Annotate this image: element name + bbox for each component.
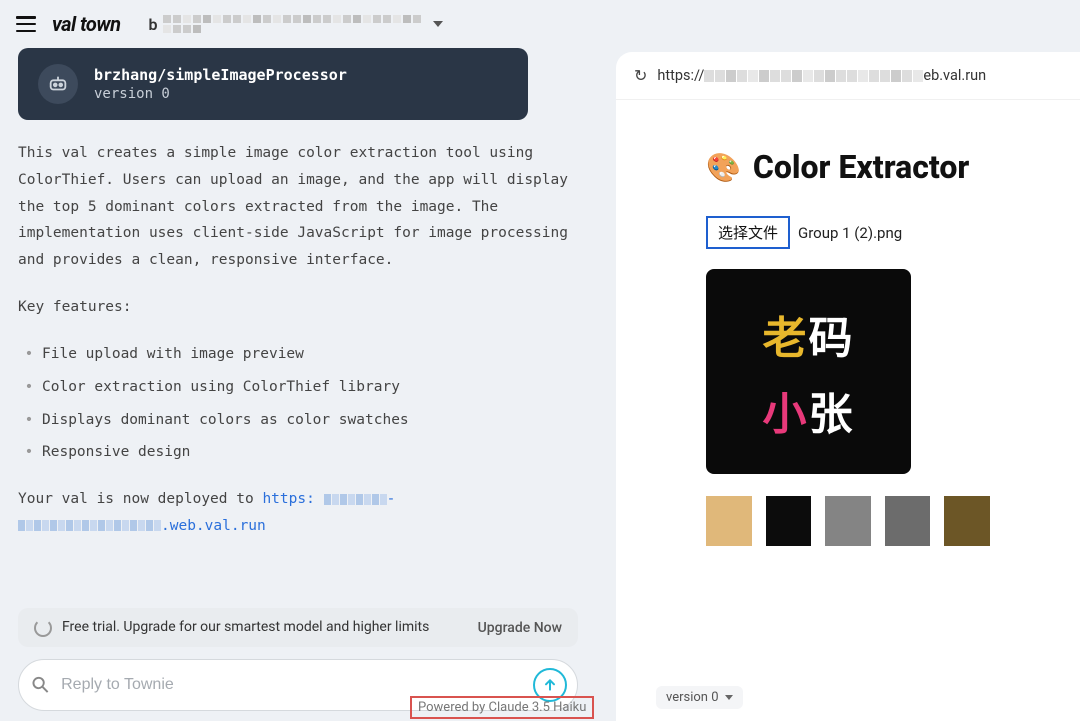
list-item: File upload with image preview bbox=[42, 341, 578, 368]
val-header-card: brzhang/simpleImageProcessor version 0 bbox=[18, 48, 528, 120]
color-swatches bbox=[706, 496, 990, 546]
version-selector[interactable]: version 0 bbox=[656, 686, 743, 709]
breadcrumb-first: b bbox=[148, 15, 157, 34]
file-choose-button[interactable]: 选择文件 bbox=[706, 216, 790, 249]
reload-icon[interactable]: ↻ bbox=[634, 66, 647, 85]
menu-icon[interactable] bbox=[16, 16, 36, 32]
attachment-icon[interactable]: ⚲ bbox=[27, 670, 56, 699]
spinner-icon bbox=[34, 619, 52, 637]
deployed-line: Your val is now deployed to https: - .we… bbox=[18, 486, 578, 540]
browser-bar: ↻ https://eb.val.run bbox=[616, 52, 1080, 100]
color-swatch bbox=[706, 496, 752, 546]
upgrade-message: Free trial. Upgrade for our smartest mod… bbox=[62, 618, 468, 637]
chevron-down-icon[interactable] bbox=[433, 21, 443, 27]
uploaded-image-preview: 老码 小张 bbox=[706, 269, 911, 474]
list-item: Responsive design bbox=[42, 439, 578, 466]
desc-key-features-title: Key features: bbox=[18, 294, 578, 321]
palette-icon: 🎨 bbox=[706, 151, 741, 184]
val-path: brzhang/simpleImageProcessor bbox=[94, 66, 347, 84]
color-swatch bbox=[766, 496, 812, 546]
color-swatch bbox=[885, 496, 931, 546]
list-item: Color extraction using ColorThief librar… bbox=[42, 374, 578, 401]
feature-list: File upload with image preview Color ext… bbox=[18, 341, 578, 466]
bot-avatar-icon bbox=[38, 64, 78, 104]
url-display[interactable]: https://eb.val.run bbox=[657, 67, 986, 84]
file-name-label: Group 1 (2).png bbox=[798, 224, 902, 242]
val-description: This val creates a simple image color ex… bbox=[18, 140, 578, 560]
page-title: 🎨 Color Extractor bbox=[706, 148, 990, 186]
chat-pane: brzhang/simpleImageProcessor version 0 T… bbox=[0, 48, 600, 721]
breadcrumb-redacted bbox=[163, 15, 423, 33]
val-version: version 0 bbox=[94, 86, 347, 102]
upgrade-banner: Free trial. Upgrade for our smartest mod… bbox=[18, 608, 578, 647]
preview-pane: ↻ https://eb.val.run 🎨 Color Extractor 选… bbox=[616, 52, 1080, 721]
list-item: Displays dominant colors as color swatch… bbox=[42, 407, 578, 434]
color-swatch bbox=[944, 496, 990, 546]
chevron-down-icon bbox=[725, 695, 733, 700]
breadcrumb[interactable]: b bbox=[148, 15, 443, 34]
powered-by-badge: Powered by Claude 3.5 Haiku bbox=[410, 696, 594, 719]
topbar: val town b bbox=[0, 0, 1080, 48]
brand-logo[interactable]: val town bbox=[52, 12, 120, 36]
upgrade-button[interactable]: Upgrade Now bbox=[478, 620, 562, 636]
preview-body: 🎨 Color Extractor 选择文件 Group 1 (2).png 老… bbox=[616, 100, 1080, 546]
color-swatch bbox=[825, 496, 871, 546]
file-input-row: 选择文件 Group 1 (2).png bbox=[706, 216, 990, 249]
desc-p1: This val creates a simple image color ex… bbox=[18, 140, 578, 274]
reply-input[interactable] bbox=[61, 676, 521, 694]
